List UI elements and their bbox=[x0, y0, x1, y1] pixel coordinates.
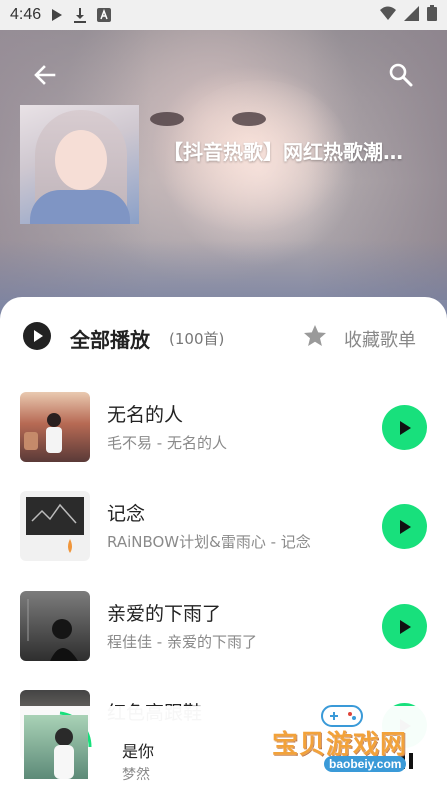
mini-player-artist: 梦然 bbox=[122, 767, 150, 783]
song-cover bbox=[20, 591, 90, 661]
play-status-icon bbox=[51, 8, 63, 22]
song-title: 亲爱的下雨了 bbox=[107, 603, 222, 625]
search-button[interactable] bbox=[386, 60, 416, 90]
play-icon bbox=[399, 420, 411, 435]
song-row[interactable]: 无名的人 毛不易 - 无名的人 bbox=[0, 392, 447, 466]
status-time: 4:46 bbox=[10, 6, 42, 23]
download-icon bbox=[73, 7, 87, 23]
song-subtitle: 毛不易 - 无名的人 bbox=[107, 434, 227, 452]
song-subtitle: 程佳佳 - 亲爱的下雨了 bbox=[107, 633, 257, 651]
watermark-logo: 宝贝游戏网 baobeiy.com bbox=[270, 702, 420, 788]
cover-face bbox=[55, 130, 107, 190]
song-title: 记念 bbox=[107, 503, 146, 525]
status-bar: 4:46 bbox=[0, 0, 447, 30]
cover-body bbox=[30, 190, 130, 224]
song-cover bbox=[20, 491, 90, 561]
eye-right bbox=[232, 112, 266, 126]
song-row[interactable]: 记念 RAiNBOW计划&雷雨心 - 记念 bbox=[0, 491, 447, 565]
song-play-button[interactable] bbox=[382, 405, 427, 450]
mini-player-cover bbox=[24, 715, 88, 779]
play-circle-icon bbox=[23, 322, 51, 350]
song-play-button[interactable] bbox=[382, 604, 427, 649]
watermark-url: baobeiy.com bbox=[324, 756, 407, 772]
mini-player-title: 是你 bbox=[122, 742, 155, 761]
play-icon bbox=[399, 619, 411, 634]
song-cover bbox=[20, 392, 90, 462]
playlist-title: 【抖音热歌】网红热歌潮… bbox=[163, 140, 403, 164]
back-button[interactable] bbox=[30, 60, 60, 90]
eye-left bbox=[150, 112, 184, 126]
play-all-button[interactable] bbox=[22, 321, 52, 351]
arrow-left-icon bbox=[34, 65, 56, 85]
play-all-label[interactable]: 全部播放 bbox=[70, 324, 150, 353]
song-subtitle: RAiNBOW计划&雷雨心 - 记念 bbox=[107, 533, 311, 551]
search-icon bbox=[389, 63, 413, 87]
play-icon bbox=[399, 519, 411, 534]
song-title: 无名的人 bbox=[107, 404, 184, 426]
play-all-row: 全部播放 (100首) 收藏歌单 bbox=[0, 317, 447, 357]
star-icon bbox=[302, 323, 328, 349]
song-row[interactable]: 亲爱的下雨了 程佳佳 - 亲爱的下雨了 bbox=[0, 591, 447, 665]
playlist-cover bbox=[20, 105, 139, 224]
wifi-icon bbox=[380, 6, 396, 24]
song-count: (100首) bbox=[169, 330, 225, 348]
battery-icon bbox=[427, 5, 437, 25]
a-app-icon bbox=[97, 8, 112, 22]
signal-icon bbox=[404, 5, 419, 25]
favorite-label: 收藏歌单 bbox=[344, 330, 416, 351]
song-play-button[interactable] bbox=[382, 504, 427, 549]
top-bar bbox=[0, 52, 447, 96]
